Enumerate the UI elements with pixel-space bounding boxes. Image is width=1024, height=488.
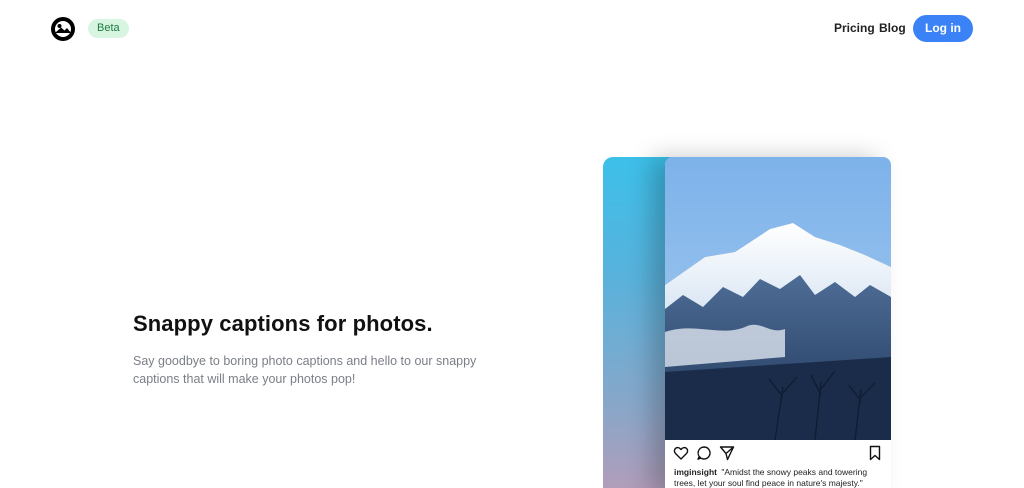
landing-page: Beta Pricing Blog Log in Snappy captions…: [0, 0, 1024, 488]
post-username[interactable]: imginsight: [674, 467, 717, 477]
beta-badge: Beta: [88, 19, 129, 38]
bookmark-icon[interactable]: [867, 445, 883, 461]
mountain-photo: [665, 157, 891, 440]
hero-title: Snappy captions for photos.: [133, 311, 433, 336]
top-navbar: Beta Pricing Blog Log in: [0, 0, 1024, 58]
share-icon[interactable]: [719, 445, 735, 461]
comment-icon[interactable]: [696, 445, 712, 461]
post-actions: [665, 444, 891, 462]
hero-subtitle: Say goodbye to boring photo captions and…: [133, 354, 477, 386]
nav-pricing-link[interactable]: Pricing: [834, 20, 875, 36]
logo-icon[interactable]: [50, 16, 76, 42]
post-caption: imginsight "Amidst the snowy peaks and t…: [674, 467, 886, 488]
login-button[interactable]: Log in: [913, 15, 973, 42]
heart-icon[interactable]: [673, 445, 689, 461]
social-post-card: imginsight "Amidst the snowy peaks and t…: [665, 157, 891, 488]
nav-blog-link[interactable]: Blog: [879, 20, 906, 36]
